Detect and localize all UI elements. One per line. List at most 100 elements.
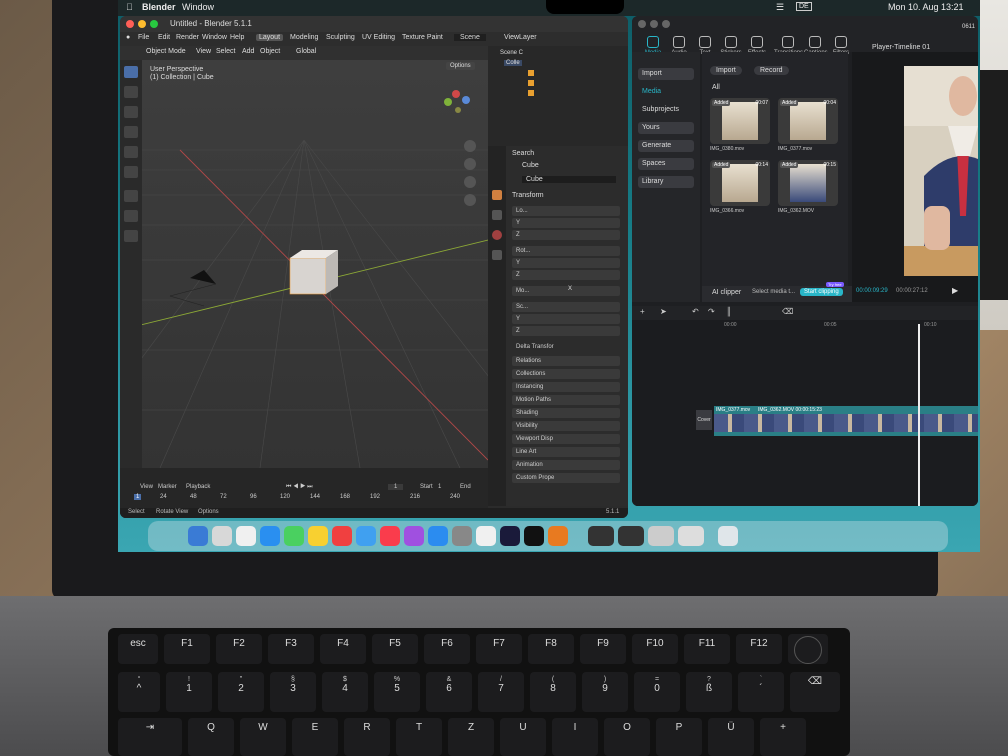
- transform-icon[interactable]: [124, 166, 138, 178]
- current-frame-field[interactable]: 1: [388, 484, 404, 490]
- cube-object-icon[interactable]: [528, 80, 534, 86]
- shading-section[interactable]: Shading: [512, 408, 620, 418]
- key-o[interactable]: O: [604, 718, 650, 756]
- recent-window-thumbnail[interactable]: [678, 526, 704, 546]
- rotation-mode-value[interactable]: X: [568, 286, 572, 292]
- finder-icon[interactable]: [188, 526, 208, 546]
- key-plus[interactable]: +: [760, 718, 806, 756]
- modifier-icon[interactable]: [492, 210, 502, 220]
- location-x-field[interactable]: Lo...: [512, 206, 620, 216]
- add-cube-icon[interactable]: [124, 230, 138, 242]
- key-2[interactable]: " 2: [218, 672, 264, 712]
- annotate-icon[interactable]: [124, 190, 138, 202]
- menu-help[interactable]: Help: [230, 34, 244, 41]
- f2-key[interactable]: F2: [216, 634, 262, 664]
- notes-icon[interactable]: [308, 526, 328, 546]
- key-5[interactable]: % 5: [374, 672, 420, 712]
- safari-icon[interactable]: [260, 526, 280, 546]
- outliner-collection[interactable]: Colle: [504, 60, 522, 66]
- rotation-z-field[interactable]: Z: [512, 270, 620, 280]
- object-properties-icon[interactable]: [492, 190, 502, 200]
- timeline-view-menu[interactable]: View: [140, 484, 153, 490]
- apple-icon[interactable]: : [126, 2, 133, 12]
- sidebar-library[interactable]: Library: [638, 176, 694, 188]
- key-q[interactable]: Q: [188, 718, 234, 756]
- split-icon[interactable]: ║: [726, 307, 732, 316]
- key-e[interactable]: E: [292, 718, 338, 756]
- input-source[interactable]: DE: [796, 2, 812, 11]
- scene-selector[interactable]: Scene: [454, 34, 486, 41]
- visibility-section[interactable]: Visibility: [512, 421, 620, 431]
- menubar-app[interactable]: Blender: [142, 2, 176, 12]
- key-w[interactable]: W: [240, 718, 286, 756]
- mode-dropdown[interactable]: Object Mode: [146, 48, 186, 55]
- properties-search[interactable]: Search: [512, 150, 534, 157]
- photos-icon[interactable]: [332, 526, 352, 546]
- f10-key[interactable]: F10: [632, 634, 678, 664]
- undo-icon[interactable]: ↶: [692, 307, 699, 316]
- key-1[interactable]: ! 1: [166, 672, 212, 712]
- select-box-icon[interactable]: [124, 66, 138, 78]
- timeline-playhead[interactable]: [918, 324, 920, 506]
- menu-render[interactable]: Render: [176, 34, 199, 41]
- tab-modeling[interactable]: Modeling: [290, 34, 318, 41]
- esc-key[interactable]: esc: [118, 634, 158, 664]
- f3-key[interactable]: F3: [268, 634, 314, 664]
- 3d-viewport[interactable]: User Perspective (1) Collection | Cube O…: [120, 60, 488, 468]
- add-track-icon[interactable]: +: [640, 307, 645, 316]
- key-9[interactable]: ) 9: [582, 672, 628, 712]
- scale-icon[interactable]: [124, 146, 138, 158]
- minimize-button[interactable]: [138, 20, 146, 28]
- navigation-gizmo-icon[interactable]: [436, 80, 476, 120]
- pan-hand-icon[interactable]: [464, 158, 476, 170]
- material-icon[interactable]: [492, 230, 502, 240]
- view-layer-selector[interactable]: ViewLayer: [504, 34, 537, 41]
- rotate-icon[interactable]: [124, 126, 138, 138]
- viewport-options[interactable]: Options: [446, 62, 475, 70]
- delete-key[interactable]: ⌫: [790, 672, 840, 712]
- f1-key[interactable]: F1: [164, 634, 210, 664]
- grid-view-icon[interactable]: [464, 194, 476, 206]
- close-button[interactable]: [126, 20, 134, 28]
- menu-window[interactable]: Window: [202, 34, 227, 41]
- recent-window-thumbnail[interactable]: [618, 526, 644, 546]
- outliner-scene-collection[interactable]: Scene C: [500, 50, 523, 56]
- cursor-icon[interactable]: [124, 86, 138, 98]
- start-clipping-button[interactable]: Start clipping: [800, 288, 843, 296]
- delete-icon[interactable]: ⌫: [782, 307, 793, 316]
- key-eszett[interactable]: ? ß: [686, 672, 732, 712]
- start-frame-field[interactable]: 1: [438, 484, 441, 490]
- capcut-icon[interactable]: [524, 526, 544, 546]
- timeline-ruler[interactable]: 00:00 00:05 00:10: [714, 322, 978, 332]
- key-4[interactable]: $4: [322, 672, 368, 712]
- wifi-icon[interactable]: ☰: [776, 2, 784, 13]
- menubar-datetime[interactable]: Mon 10. Aug 13:21: [888, 2, 964, 12]
- zoom-button[interactable]: [150, 20, 158, 28]
- f6-key[interactable]: F6: [424, 634, 470, 664]
- app-store-icon[interactable]: [428, 526, 448, 546]
- rotation-mode-field[interactable]: Mo...: [512, 286, 620, 296]
- key-0[interactable]: = 0: [634, 672, 680, 712]
- steam-icon[interactable]: [500, 526, 520, 546]
- viewport-display-section[interactable]: Viewport Disp: [512, 434, 620, 444]
- tab-layout[interactable]: Layout: [256, 34, 284, 41]
- camera-view-icon[interactable]: [464, 176, 476, 188]
- touch-id-key[interactable]: [788, 634, 828, 664]
- measure-icon[interactable]: [124, 210, 138, 222]
- viewport-select-menu[interactable]: Select: [216, 48, 235, 55]
- key-t[interactable]: T: [396, 718, 442, 756]
- sidebar-yours[interactable]: Yours: [638, 122, 694, 134]
- tab-texture-paint[interactable]: Texture Paint: [402, 34, 443, 41]
- timeline-ruler[interactable]: 1 24 48 72 96 120 144 168 192 216 240: [120, 494, 488, 504]
- f12-key[interactable]: F12: [736, 634, 782, 664]
- editor-timeline[interactable]: + ➤ ↶ ↷ ║ ⌫ 00:00 00:05 00:10 Cover IMG_…: [632, 306, 978, 506]
- tab-sculpting[interactable]: Sculpting: [326, 34, 355, 41]
- sidebar-spaces[interactable]: Spaces: [638, 158, 694, 170]
- viewport-object-menu[interactable]: Object: [260, 48, 280, 55]
- f7-key[interactable]: F7: [476, 634, 522, 664]
- delta-transform-section[interactable]: Delta Transfor: [512, 342, 620, 352]
- recent-window-thumbnail[interactable]: [648, 526, 674, 546]
- key-acute[interactable]: ` ´: [738, 672, 784, 712]
- object-name-field[interactable]: Cube: [522, 176, 616, 183]
- sidebar-subprojects[interactable]: Subprojects: [638, 104, 694, 116]
